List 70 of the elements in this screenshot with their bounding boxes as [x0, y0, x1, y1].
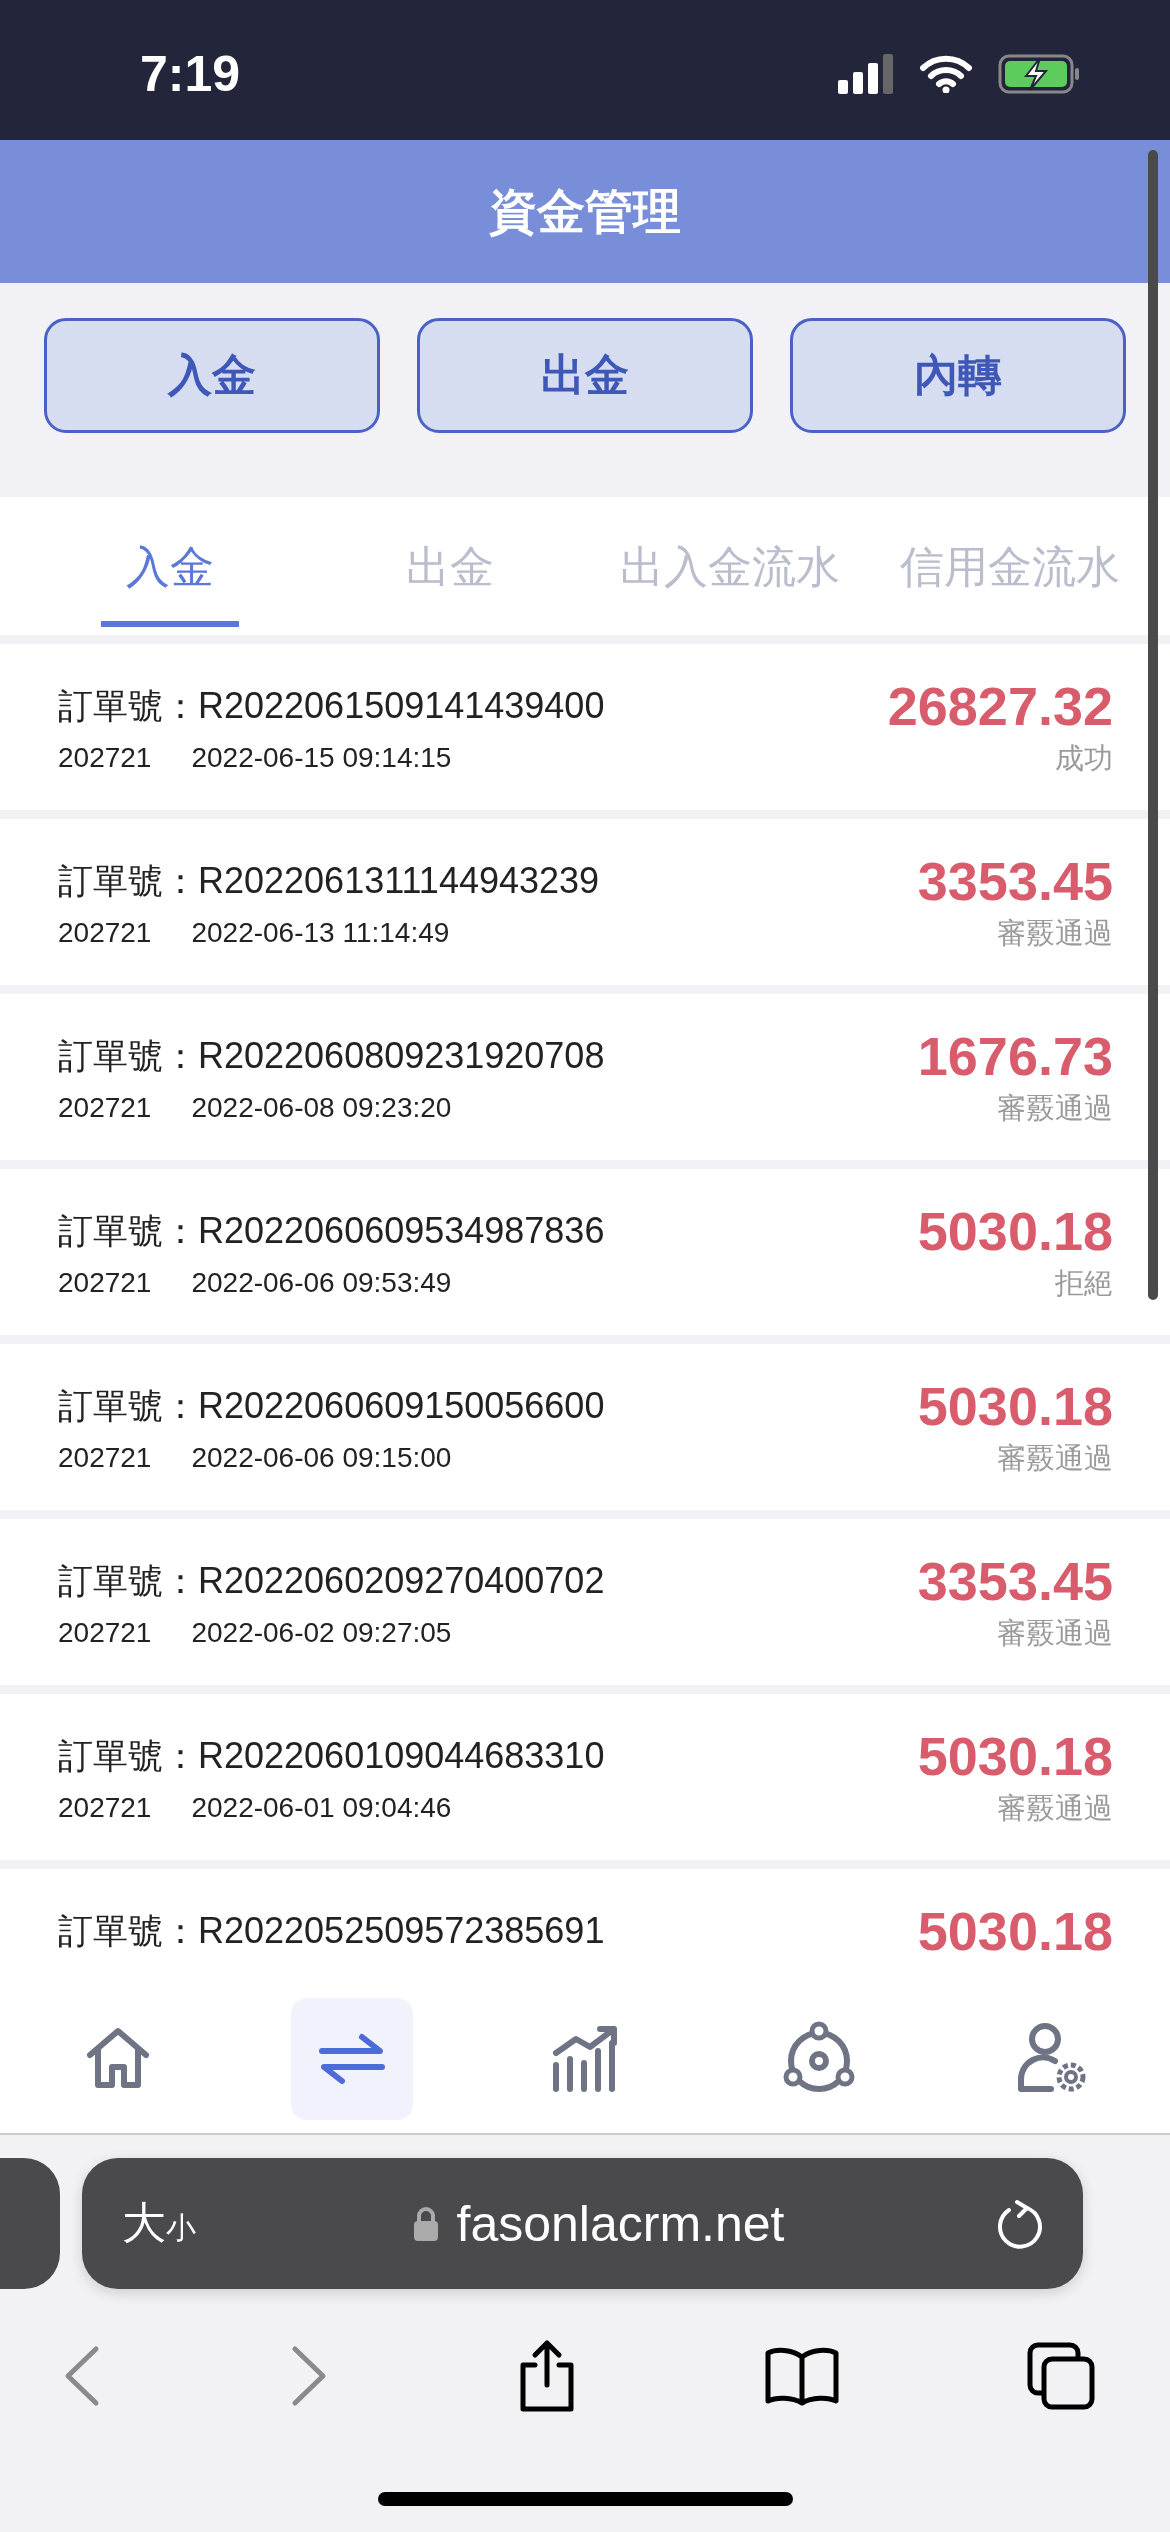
order-time: 2022-06-06 09:15:00 [191, 1442, 452, 1474]
order-label: 訂單號： [58, 1034, 198, 1078]
order-label: 訂單號： [58, 1209, 198, 1253]
record-card[interactable]: 訂單號：R2022061311144943239 202721 2022-06-13 11:14:49 3353.45 審覈通過 [0, 819, 1170, 985]
amount: 3353.45 [917, 855, 1113, 907]
status-text: 審覈通過 [997, 1090, 1113, 1127]
record-card[interactable]: 訂單號：R2022061509141439400 202721 2022-06-15 09:14:15 26827.32 成功 [0, 644, 1170, 810]
amount: 26827.32 [887, 680, 1113, 732]
record-card[interactable]: 訂單號：R2022060809231920708 202721 2022-06-08 09:23:20 1676.73 審覈通過 [0, 994, 1170, 1160]
account-number: 202721 [58, 917, 152, 949]
order-label: 訂單號： [58, 1559, 198, 1603]
order-number: R2022060609534987836 [198, 1210, 605, 1252]
account-number: 202721 [58, 1267, 152, 1299]
status-text: 拒絕 [1055, 1265, 1113, 1302]
status-text: 審覈通過 [997, 915, 1113, 952]
amount: 5030.18 [917, 1380, 1113, 1432]
nav-tab[interactable] [290, 1998, 413, 2120]
status-text: 審覈通過 [997, 1790, 1113, 1827]
order-label: 訂單號： [58, 1384, 198, 1428]
previous-tab-preview[interactable] [0, 2158, 60, 2289]
url-text: fasonlacrm.net [456, 2194, 785, 2253]
amount: 5030.18 [917, 1905, 1113, 1957]
bookmarks-icon[interactable] [763, 2345, 840, 2407]
order-number: R2022060209270400702 [198, 1560, 605, 1602]
account-number: 202721 [58, 1092, 152, 1124]
account-number: 202721 [58, 742, 152, 774]
page-title: 資金管理 [489, 181, 681, 241]
record-card[interactable]: 訂單號：R2022060609150056600 202721 2022-06-06 09:15:00 5030.18 審覈通過 [0, 1344, 1170, 1510]
account-number: 202721 [58, 1442, 152, 1474]
order-time: 2022-06-08 09:23:20 [191, 1092, 452, 1124]
record-card[interactable]: 訂單號：R2022060109044683310 202721 2022-06-01 09:04:46 5030.18 審覈通過 [0, 1694, 1170, 1860]
address-bar[interactable]: 大小 fasonlacrm.net [82, 2158, 1083, 2289]
signal-icon [838, 54, 894, 94]
order-label: 訂單號： [58, 1909, 198, 1953]
reload-icon[interactable] [995, 2197, 1043, 2250]
status-text: 審覈通過 [997, 1615, 1113, 1652]
action-button[interactable]: 出金 [417, 318, 753, 433]
action-button[interactable]: 內轉 [790, 318, 1126, 433]
battery-icon [998, 54, 1080, 94]
order-time: 2022-06-13 11:14:49 [191, 917, 450, 949]
wifi-icon [920, 55, 972, 93]
order-number: R2022052509572385691 [198, 1910, 605, 1952]
order-time: 2022-06-02 09:27:05 [191, 1617, 452, 1649]
order-time: 2022-06-15 09:14:15 [191, 742, 452, 774]
order-time: 2022-06-06 09:53:49 [191, 1267, 452, 1299]
amount: 3353.45 [917, 1555, 1113, 1607]
order-number: R2022060609150056600 [198, 1385, 605, 1427]
amount: 5030.18 [917, 1730, 1113, 1782]
record-card[interactable]: 訂單號：R2022052509572385691 5030.18 [0, 1869, 1170, 1985]
status-text: 成功 [1055, 740, 1113, 777]
order-number: R2022061311144943239 [198, 860, 600, 902]
order-label: 訂單號： [58, 859, 198, 903]
record-card[interactable]: 訂單號：R2022060209270400702 202721 2022-06-02 09:27:05 3353.45 審覈通過 [0, 1519, 1170, 1685]
action-button[interactable]: 入金 [44, 318, 380, 433]
amount: 5030.18 [917, 1205, 1113, 1257]
order-label: 訂單號： [58, 684, 198, 728]
order-number: R2022061509141439400 [198, 685, 605, 727]
account-number: 202721 [58, 1617, 152, 1649]
account-number: 202721 [58, 1792, 152, 1824]
amount: 1676.73 [917, 1030, 1113, 1082]
order-time: 2022-06-01 09:04:46 [191, 1792, 452, 1824]
order-label: 訂單號： [58, 1734, 198, 1778]
order-number: R2022060109044683310 [198, 1735, 605, 1777]
clock-time: 7:19 [140, 45, 241, 103]
order-number: R2022060809231920708 [198, 1035, 605, 1077]
tabs-icon[interactable] [1027, 2342, 1095, 2410]
record-card[interactable]: 訂單號：R2022060609534987836 202721 2022-06-06 09:53:49 5030.18 拒絕 [0, 1169, 1170, 1335]
text-size-button[interactable]: 大小 [122, 2194, 242, 2253]
status-text: 審覈通過 [997, 1440, 1113, 1477]
lock-icon [412, 2205, 439, 2242]
